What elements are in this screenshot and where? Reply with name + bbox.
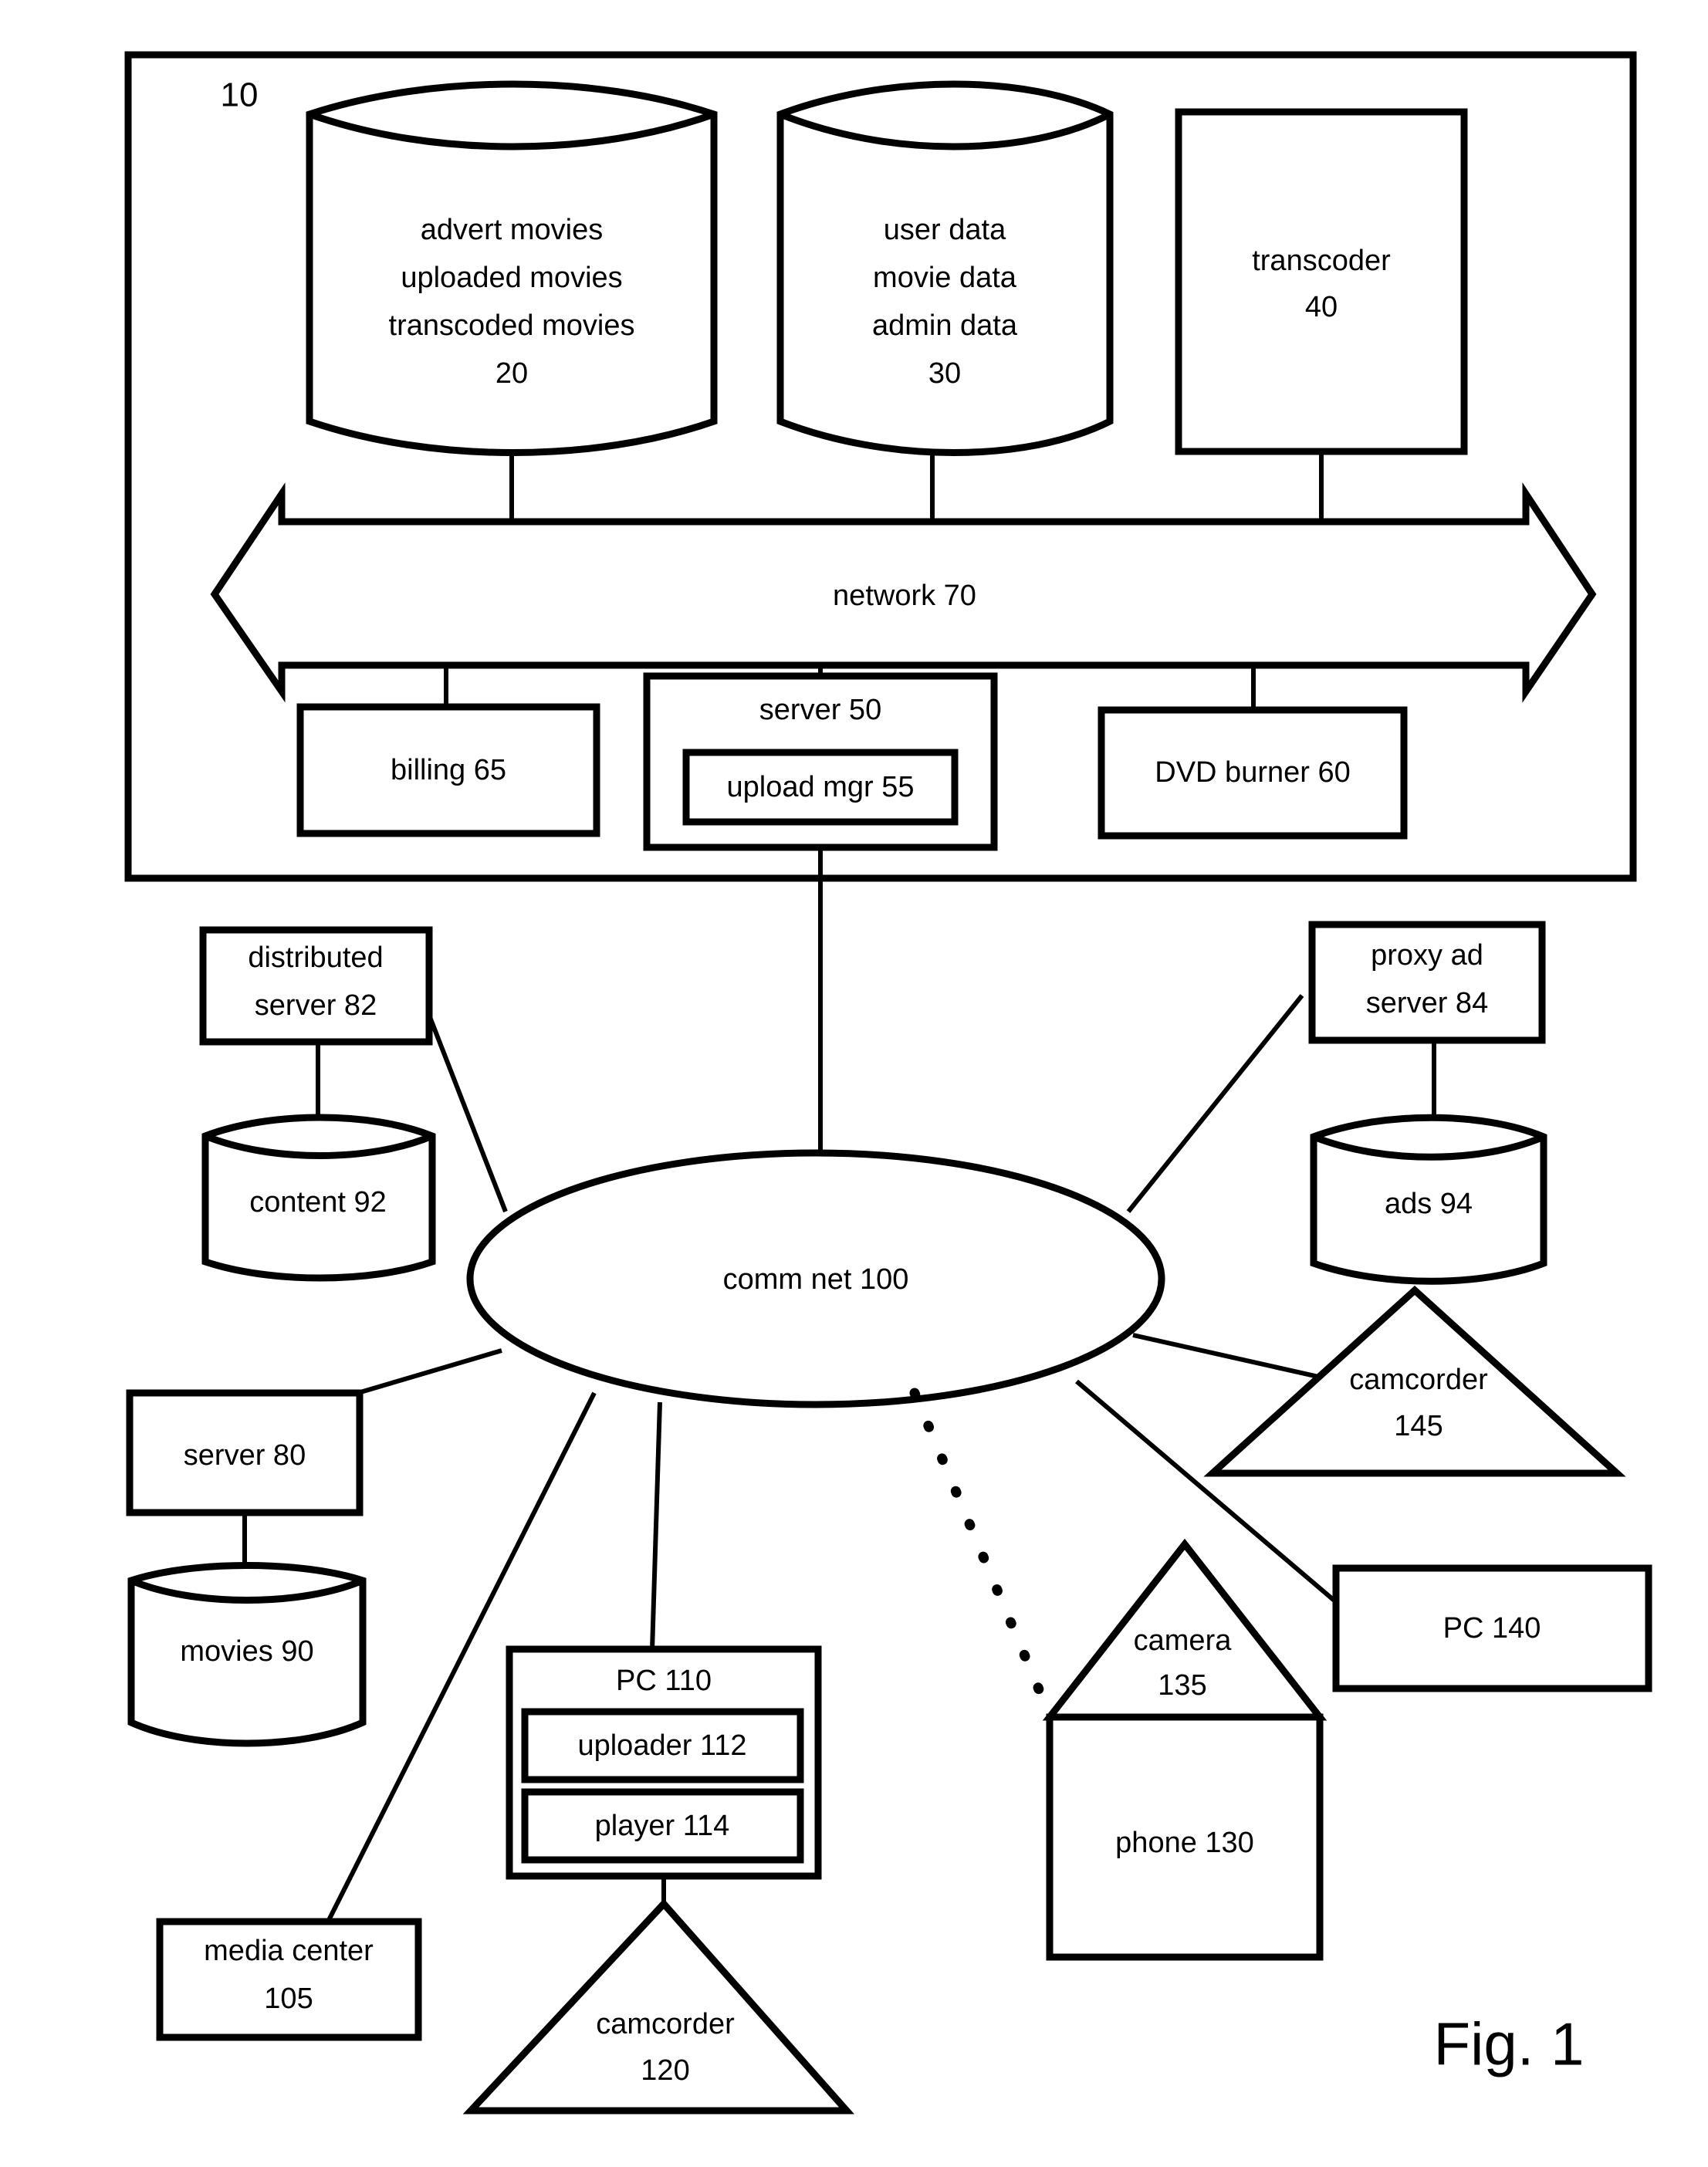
- store-userdata-line-2: movie data: [873, 262, 1017, 294]
- pc-140-node: PC 140: [1332, 1564, 1652, 1692]
- distributed-server-line-1: distributed: [248, 942, 383, 974]
- store-movies-line-3: transcoded movies: [389, 309, 635, 342]
- store-userdata-line-1: user data: [884, 214, 1006, 246]
- camera-135-node: camera 135: [1042, 1538, 1328, 1721]
- store-userdata-ref: 30: [928, 357, 961, 390]
- system-ref-label: 10: [221, 76, 259, 114]
- patent-figure-page: 10 network 70 advert movies uploaded mov…: [0, 0, 1708, 2167]
- camcorder-145-node: camcorder 145: [1203, 1285, 1626, 1477]
- camera-135-ref: 135: [1158, 1669, 1206, 1702]
- proxy-ad-server-node: proxy ad server 84: [1308, 921, 1546, 1044]
- link-commnet-to-proxy-ad-server: [1126, 994, 1304, 1213]
- proxy-ad-server-line-2: server 84: [1366, 987, 1488, 1019]
- pc-110-label: PC 110: [616, 1665, 712, 1697]
- server-50-label: server 50: [759, 694, 881, 726]
- camcorder-145-label: camcorder: [1349, 1364, 1488, 1396]
- figure-caption: Fig. 1: [1433, 2010, 1584, 2078]
- content-store-label: content 92: [249, 1186, 386, 1219]
- comm-net-label: comm net 100: [723, 1263, 909, 1296]
- distributed-server-node: distributed server 82: [199, 926, 433, 1046]
- camera-135-label: camera: [1134, 1624, 1233, 1657]
- distributed-server-line-2: server 82: [255, 989, 377, 1022]
- dvd-burner-node: DVD burner 60: [1098, 706, 1408, 840]
- store-movies-cylinder: advert movies uploaded movies transcoded…: [306, 80, 718, 456]
- movies-store-node: movies 90: [127, 1562, 367, 1747]
- upload-mgr-label: upload mgr 55: [727, 771, 915, 803]
- uploader-112-label: uploader 112: [577, 1729, 746, 1762]
- pc-140-label: PC 140: [1443, 1612, 1541, 1645]
- store-movies-ref: 20: [495, 357, 528, 390]
- server-80-label: server 80: [184, 1439, 306, 1472]
- camcorder-120-ref: 120: [641, 2054, 689, 2087]
- store-userdata-cylinder: user data movie data admin data 30: [776, 80, 1114, 456]
- store-movies-line-1: advert movies: [421, 214, 604, 246]
- server-80-node: server 80: [126, 1389, 364, 1516]
- proxy-ad-server-line-1: proxy ad: [1371, 939, 1483, 972]
- billing-node: billing 65: [296, 703, 600, 837]
- link-commnet-to-distributed-server: [422, 1002, 508, 1213]
- camcorder-120-node: camcorder 120: [462, 1898, 854, 2115]
- store-movies-line-2: uploaded movies: [401, 262, 622, 294]
- comm-net-node: comm net 100: [466, 1149, 1165, 1408]
- pc-110-node: PC 110 uploader 112 player 114: [506, 1645, 822, 1880]
- store-userdata-line-3: admin data: [872, 309, 1018, 342]
- transcoder-box: [1175, 108, 1468, 455]
- transcoder-ref: 40: [1305, 291, 1338, 323]
- link-commnet-to-phone-dashed: [909, 1388, 1072, 1761]
- ads-store-node: ads 94: [1310, 1114, 1547, 1285]
- system-architecture-diagram: 10 network 70 advert movies uploaded mov…: [124, 51, 1652, 2115]
- phone-130-node: phone 130: [1046, 1713, 1324, 1961]
- movies-store-label: movies 90: [180, 1635, 313, 1668]
- network-bus-label: network 70: [833, 580, 976, 612]
- dvd-burner-label: DVD burner 60: [1155, 756, 1350, 789]
- link-commnet-to-camcorder-145: [1132, 1333, 1340, 1384]
- transcoder-label: transcoder: [1252, 245, 1391, 277]
- server-50-node: server 50 upload mgr 55: [643, 672, 998, 851]
- content-store-node: content 92: [201, 1114, 436, 1282]
- media-center-ref: 105: [264, 1983, 313, 2015]
- media-center-label: media center: [204, 1935, 374, 1967]
- link-commnet-to-pc-110: [650, 1401, 662, 1651]
- camcorder-120-label: camcorder: [596, 2008, 735, 2040]
- billing-label: billing 65: [391, 754, 506, 786]
- player-114-label: player 114: [595, 1810, 730, 1842]
- transcoder-node: transcoder 40: [1175, 108, 1468, 455]
- media-center-node: media center 105: [156, 1918, 422, 2041]
- ads-store-label: ads 94: [1385, 1188, 1473, 1220]
- camcorder-145-ref: 145: [1394, 1410, 1442, 1442]
- phone-130-label: phone 130: [1115, 1827, 1254, 1859]
